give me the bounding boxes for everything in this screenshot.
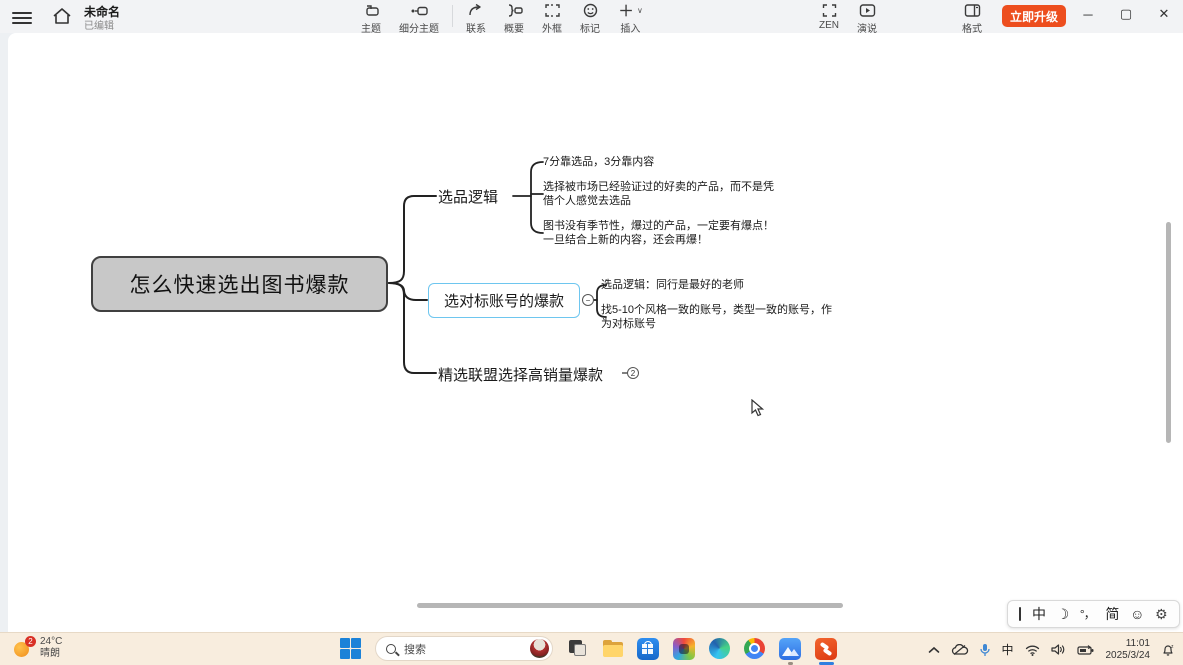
- running-indicator: [788, 662, 793, 665]
- format-button[interactable]: 格式: [953, 2, 991, 35]
- branch-node-selected[interactable]: 选对标账号的爆款: [428, 283, 580, 318]
- document-status: 已编辑: [84, 17, 114, 32]
- summary-button[interactable]: 概要: [495, 2, 533, 35]
- onedrive-cloud-icon[interactable]: [951, 644, 969, 656]
- boundary-button[interactable]: 外框: [533, 2, 571, 35]
- sun-icon: 2: [14, 638, 34, 658]
- toolbar-divider: [452, 5, 453, 27]
- task-view-button[interactable]: [567, 638, 588, 659]
- ime-simplified-toggle[interactable]: 简: [1105, 607, 1119, 621]
- home-icon[interactable]: [52, 7, 72, 25]
- microphone-icon[interactable]: [980, 643, 990, 657]
- main-toolbar: 主题 细分主题 联系 概要 外框 标记 ∨ 插入: [352, 2, 652, 35]
- media-app-icon[interactable]: [673, 638, 695, 660]
- search-highlight-avatar: [530, 639, 549, 658]
- wifi-icon[interactable]: [1025, 644, 1040, 656]
- clock[interactable]: 11:01 2025/3/24: [1106, 638, 1151, 662]
- mouse-cursor: [751, 399, 765, 422]
- topic-button[interactable]: 主题: [352, 2, 390, 35]
- weather-badge: 2: [25, 636, 36, 647]
- active-app-indicator: [819, 662, 834, 665]
- chevron-down-icon: ∨: [637, 6, 643, 15]
- chrome-browser-icon[interactable]: [744, 638, 765, 659]
- subtopic-button[interactable]: 细分主题: [390, 2, 448, 35]
- ime-moon-icon[interactable]: ☽: [1057, 607, 1070, 621]
- ime-toolbar: 中 ☽ °， 简 ☺ ⚙: [1007, 600, 1180, 628]
- search-placeholder: 搜索: [404, 641, 530, 657]
- menu-icon[interactable]: [12, 9, 32, 23]
- relationship-button[interactable]: 联系: [457, 2, 495, 35]
- tray-chevron-up-icon[interactable]: [928, 646, 940, 654]
- minimize-button[interactable]: ─: [1069, 0, 1107, 28]
- marker-button[interactable]: 标记: [571, 2, 609, 35]
- maximize-button[interactable]: ▢: [1107, 0, 1145, 28]
- present-button[interactable]: 演说: [848, 2, 886, 35]
- weather-widget[interactable]: 2 24°C 晴朗: [14, 636, 62, 660]
- subtopic-text[interactable]: 选择被市场已经验证过的好卖的产品，而不是凭 借个人感觉去选品: [543, 181, 774, 208]
- input-language-indicator[interactable]: 中: [1001, 641, 1013, 658]
- ime-cursor-icon: [1019, 607, 1021, 621]
- notification-bell-icon[interactable]: z: [1161, 643, 1175, 657]
- tray-date: 2025/3/24: [1106, 650, 1151, 662]
- branch-node-jingxuan-lianmeng[interactable]: 精选联盟选择高销量爆款: [438, 364, 603, 385]
- weather-condition: 晴朗: [40, 648, 62, 660]
- ime-emoji-button[interactable]: ☺: [1130, 607, 1144, 621]
- ime-language-toggle[interactable]: 中: [1032, 607, 1046, 621]
- window-controls: ─ ▢ ✕: [1069, 0, 1183, 28]
- subtopic-text[interactable]: 选品逻辑：同行是最好的老师: [601, 279, 744, 293]
- subtopic-text[interactable]: 找5-10个风格一致的账号，类型一致的账号，作 为对标账号: [601, 304, 832, 331]
- svg-text:z: z: [1171, 644, 1174, 650]
- start-button[interactable]: [340, 638, 361, 659]
- insert-button[interactable]: ∨ 插入: [609, 2, 652, 35]
- ime-punctuation-toggle[interactable]: °，: [1080, 608, 1095, 620]
- microsoft-store-icon[interactable]: [637, 638, 659, 660]
- system-tray: 中 11:01 2025/3/24 z: [928, 633, 1175, 665]
- zen-button[interactable]: ZEN: [810, 2, 848, 31]
- file-explorer-icon[interactable]: [602, 638, 623, 659]
- subtopic-text[interactable]: 图书没有季节性，爆过的产品，一定要有爆点！ 一旦结合上新的内容，还会再爆！: [543, 220, 774, 247]
- branch-node-xuanpin-luoji[interactable]: 选品逻辑: [438, 186, 498, 207]
- mindmap-app-icon[interactable]: [815, 638, 837, 660]
- app-header: 未命名 已编辑 主题 细分主题 联系 概要 外框 标记: [0, 0, 1183, 33]
- collapsed-count-badge[interactable]: 2: [627, 367, 639, 379]
- search-icon: [386, 644, 396, 654]
- mindmap-canvas[interactable]: [8, 33, 1183, 632]
- search-input[interactable]: 搜索: [375, 636, 553, 661]
- close-button[interactable]: ✕: [1145, 0, 1183, 28]
- tray-time: 11:01: [1106, 638, 1151, 650]
- collapse-button[interactable]: −: [582, 294, 594, 306]
- blue-app-icon[interactable]: [779, 638, 801, 660]
- root-topic-node[interactable]: 怎么快速选出图书爆款: [91, 256, 388, 312]
- taskbar: 2 24°C 晴朗 搜索: [0, 632, 1183, 665]
- taskbar-center: 搜索: [340, 636, 837, 661]
- right-toolbar: ZEN 演说: [810, 2, 886, 35]
- speaker-icon[interactable]: [1051, 643, 1066, 656]
- upgrade-button[interactable]: 立即升级: [1002, 5, 1066, 27]
- horizontal-scrollbar[interactable]: [417, 603, 843, 608]
- weather-temp: 24°C: [40, 636, 62, 648]
- ime-settings-gear-icon[interactable]: ⚙: [1155, 607, 1168, 621]
- zen-label: ZEN: [819, 20, 839, 31]
- subtopic-text[interactable]: 7分靠选品，3分靠内容: [543, 156, 654, 170]
- format-toolbar: 格式: [953, 2, 991, 35]
- vertical-scrollbar[interactable]: [1166, 222, 1171, 443]
- edge-browser-icon[interactable]: [709, 638, 730, 659]
- battery-icon[interactable]: [1077, 644, 1095, 656]
